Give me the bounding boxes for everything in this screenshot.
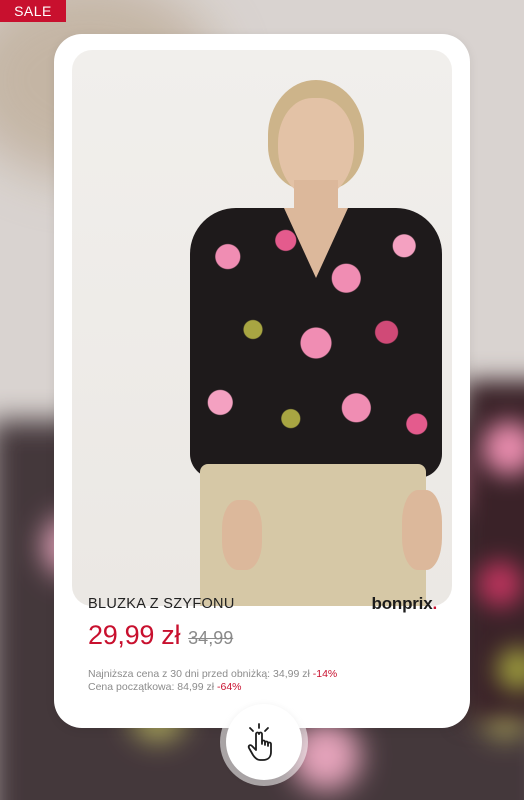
sale-badge: SALE xyxy=(0,0,66,22)
hand-tap-icon xyxy=(247,723,272,761)
model-hand-left xyxy=(222,500,262,570)
lowest-price-line: Najniższa cena z 30 dni przed obniżką: 3… xyxy=(88,668,337,681)
lowest-price-text: Najniższa cena z 30 dni przed obniżką: 3… xyxy=(88,668,310,680)
original-price-text: Cena początkowa: 84,99 zł xyxy=(88,681,215,693)
price-row: 29,99 zł 34,99 xyxy=(88,620,233,651)
old-price: 34,99 xyxy=(188,628,234,648)
original-price-discount: -64% xyxy=(217,681,242,693)
background-blouse-blur-right xyxy=(464,380,524,720)
brand-dot: . xyxy=(432,594,437,613)
lowest-price-discount: -14% xyxy=(312,668,338,680)
model-hand-right xyxy=(402,490,442,570)
current-price: 29,99 zł xyxy=(88,620,181,650)
product-name[interactable]: BLUZKA Z SZYFONU xyxy=(88,596,235,612)
tap-button[interactable] xyxy=(226,704,302,780)
brand-logo: bonprix. xyxy=(371,594,438,614)
product-card[interactable]: BLUZKA Z SZYFONU bonprix. 29,99 zł 34,99… xyxy=(54,34,470,728)
product-image[interactable] xyxy=(72,50,452,606)
blouse-v-neck xyxy=(284,208,348,278)
brand-name: bonprix xyxy=(371,594,433,613)
price-info: Najniższa cena z 30 dni przed obniżką: 3… xyxy=(88,668,337,694)
original-price-line: Cena początkowa: 84,99 zł -64% xyxy=(88,681,337,694)
